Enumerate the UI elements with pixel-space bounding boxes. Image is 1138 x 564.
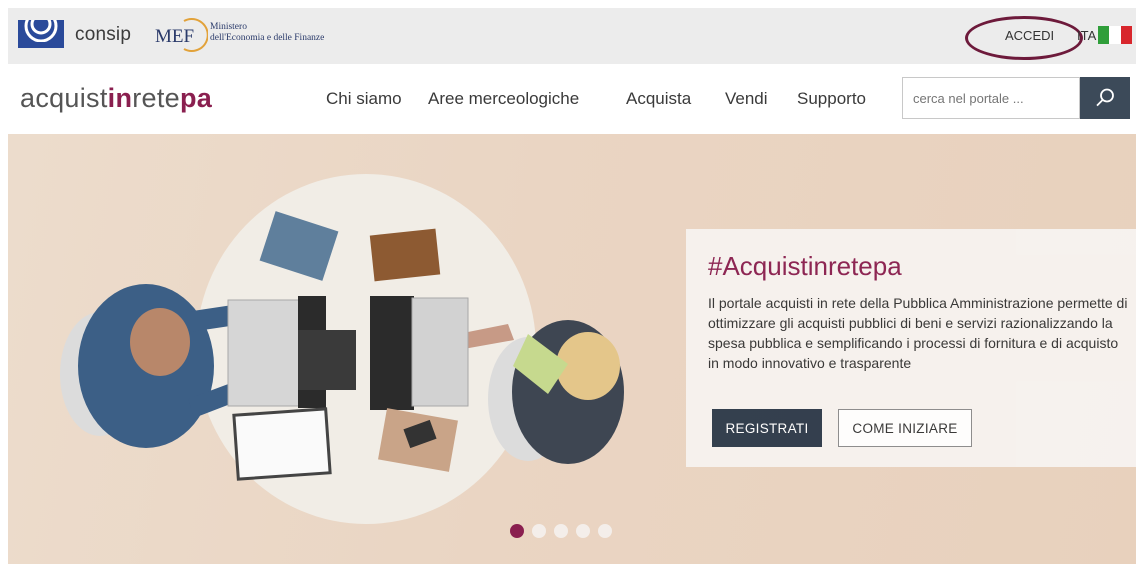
tablet [298,330,356,390]
consip-label[interactable]: consip [75,24,131,46]
top-bar: consip MEF Ministero dell'Economia e del… [8,8,1136,64]
brand-part-4: pa [180,83,213,113]
italy-flag-icon[interactable] [1098,26,1132,44]
mef-line-2: dell'Economia e delle Finanze [210,33,325,43]
nav-item-chi-siamo[interactable]: Chi siamo [326,89,402,109]
language-selector[interactable]: ITA [1077,28,1096,43]
hero-card: #Acquistinretepa Il portale acquisti in … [686,229,1136,467]
search-button[interactable] [1080,77,1130,119]
brand-logo[interactable]: acquistinretepa [20,83,212,114]
nav-item-supporto[interactable]: Supporto [797,89,866,109]
nav-item-vendi[interactable]: Vendi [725,89,768,109]
hero-banner: #Acquistinretepa Il portale acquisti in … [8,134,1136,564]
carousel-dot-4[interactable] [576,524,590,538]
mef-name: Ministero dell'Economia e delle Finanze [210,22,324,44]
hero-title: #Acquistinretepa [708,251,902,281]
flag-green-stripe [1098,26,1110,44]
main-navbar: acquistinretepa Chi siamo Aree merceolog… [8,64,1136,134]
brand-part-2: in [107,83,133,113]
brown-notebook [369,228,441,282]
mef-logo-text: MEF [155,26,194,47]
flag-white-stripe [1109,26,1121,44]
carousel-dot-3[interactable] [554,524,568,538]
carousel-dot-5[interactable] [598,524,612,538]
consip-logo-icon[interactable] [18,20,64,48]
notepad [232,407,332,481]
search-icon [1096,88,1114,107]
man-head [130,308,190,376]
laptop-right-screen [370,296,414,410]
search-input[interactable] [902,77,1080,119]
brand-part-1: acquist [20,83,108,113]
mef-logo-icon[interactable]: MEF [154,18,208,52]
register-button[interactable]: REGISTRATI [712,409,822,447]
login-link[interactable]: ACCEDI [1005,28,1054,43]
carousel-dot-1[interactable] [510,524,524,538]
flag-red-stripe [1120,26,1132,44]
mef-line-1: Ministero [210,22,247,32]
nav-item-acquista[interactable]: Acquista [626,89,691,109]
hero-illustration [60,174,624,524]
get-started-button[interactable]: COME INIZIARE [838,409,972,447]
laptop-right [411,297,469,407]
carousel-dot-2[interactable] [532,524,546,538]
nav-item-aree-merceologiche[interactable]: Aree merceologiche [428,89,579,109]
carousel-indicators [510,524,612,538]
hero-description: Il portale acquisti in rete della Pubbli… [708,295,1128,371]
brand-part-3: rete [132,83,180,113]
laptop-left [227,299,301,407]
